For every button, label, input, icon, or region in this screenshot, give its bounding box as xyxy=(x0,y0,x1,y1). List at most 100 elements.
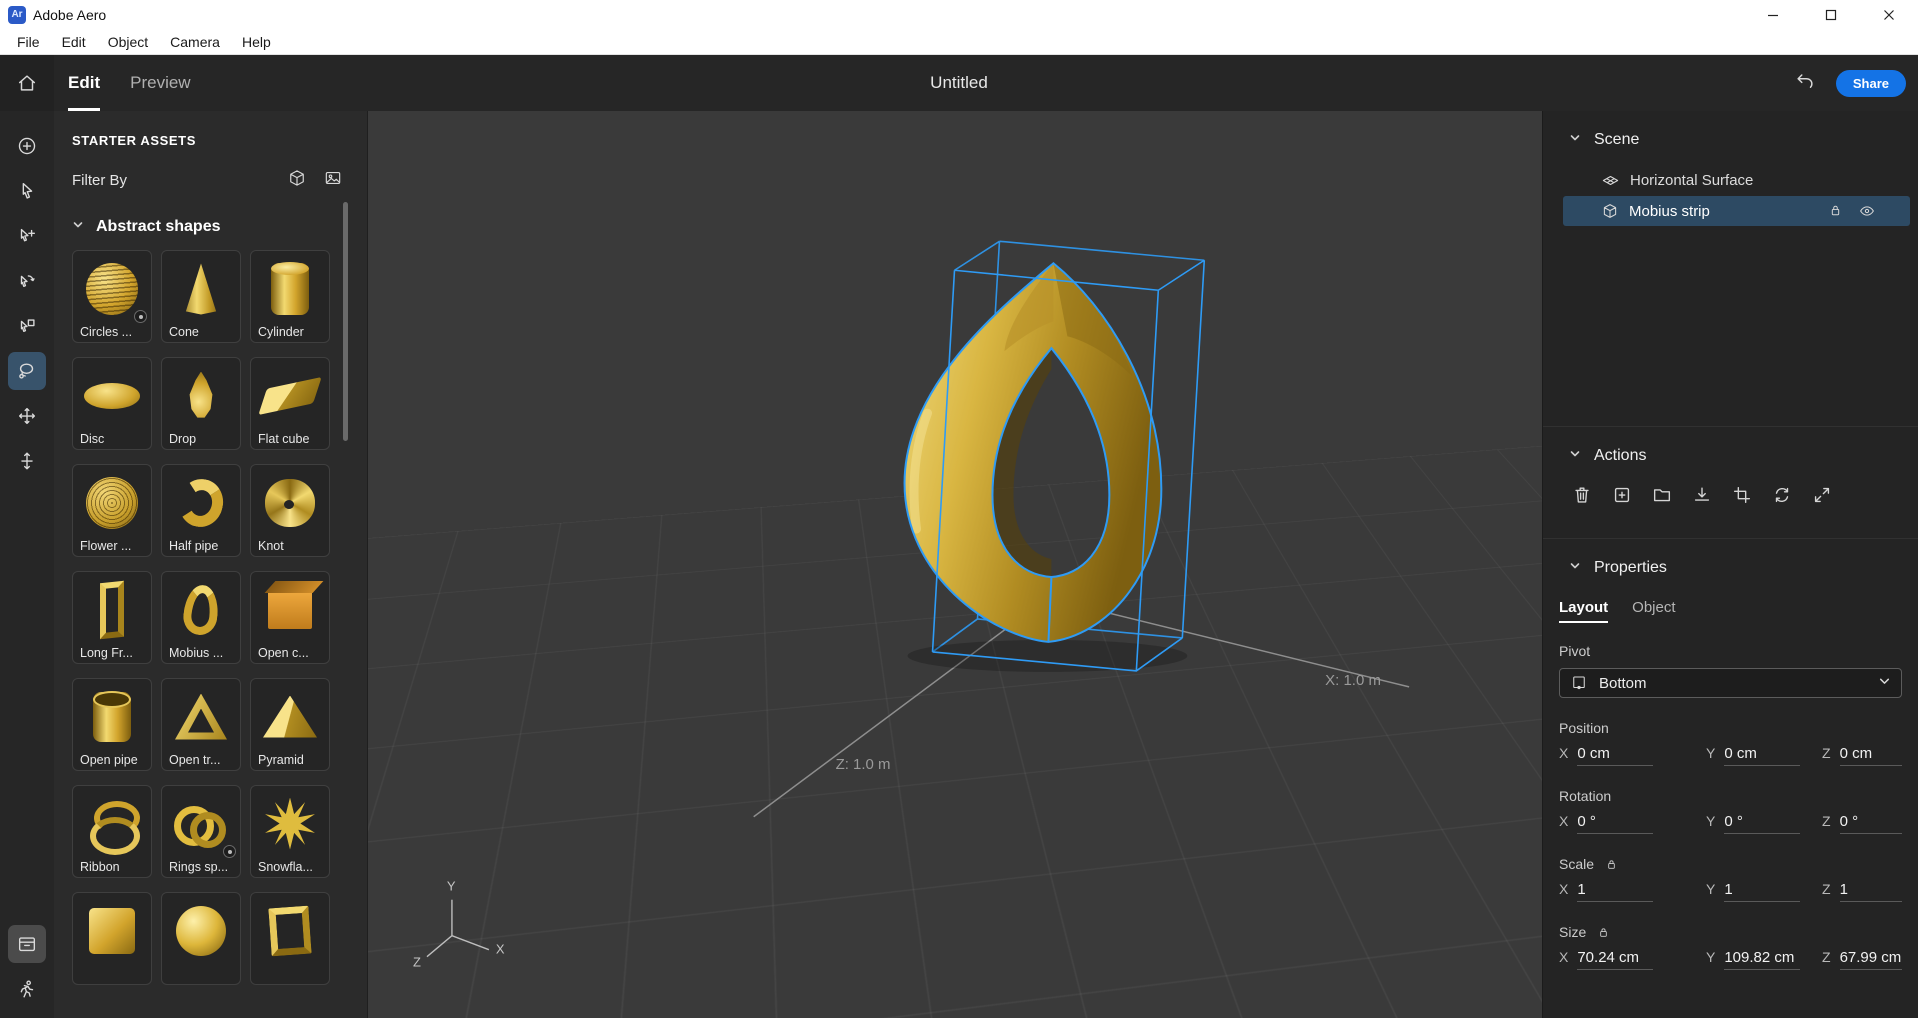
asset-tile-mobius[interactable]: Mobius ... xyxy=(161,571,241,664)
abstract-shapes-section-header[interactable]: Abstract shapes xyxy=(54,196,367,250)
scene-item-mobius-strip[interactable]: Mobius strip xyxy=(1563,196,1910,226)
pan-tool[interactable] xyxy=(8,397,46,435)
asset-tile-long-frame[interactable]: Long Fr... xyxy=(72,571,152,664)
app-icon: Ar xyxy=(8,6,26,24)
vertical-arrows-icon xyxy=(16,450,38,472)
minimize-button[interactable] xyxy=(1744,0,1802,29)
tab-edit-mode[interactable]: Edit xyxy=(68,55,100,111)
asset-tile-cone[interactable]: Cone xyxy=(161,250,241,343)
asset-tile-frame[interactable] xyxy=(250,892,330,985)
pivot-dropdown[interactable]: Bottom xyxy=(1559,668,1902,698)
asset-tile-pyramid[interactable]: Pyramid xyxy=(250,678,330,771)
select-tool[interactable] xyxy=(8,172,46,210)
undo-button[interactable] xyxy=(1794,70,1816,97)
rotation-label: Rotation xyxy=(1559,788,1611,804)
rotate-cursor-icon xyxy=(16,270,38,292)
asset-tile-open-pipe[interactable]: Open pipe xyxy=(72,678,152,771)
export-button[interactable] xyxy=(1690,483,1713,506)
move-tool[interactable] xyxy=(8,217,46,255)
replace-button[interactable] xyxy=(1770,483,1793,506)
behaviors-tool[interactable] xyxy=(8,970,46,1008)
rotation-y-field[interactable]: Y 0 ° xyxy=(1706,813,1822,834)
asset-tile-open-cube[interactable]: Open c... xyxy=(250,571,330,664)
tab-object[interactable]: Object xyxy=(1632,599,1675,623)
asset-tile-sphere[interactable] xyxy=(161,892,241,985)
menu-file[interactable]: File xyxy=(6,34,51,50)
elevation-tool[interactable] xyxy=(8,442,46,480)
visibility-eye-icon[interactable] xyxy=(1858,202,1876,220)
lock-icon[interactable] xyxy=(1827,202,1844,219)
cube-icon xyxy=(287,168,307,188)
size-x-field[interactable]: X 70.24 cm xyxy=(1559,949,1706,970)
asset-tile-half-pipe[interactable]: Half pipe xyxy=(161,464,241,557)
rotation-x-field[interactable]: X 0 ° xyxy=(1559,813,1706,834)
minimize-icon xyxy=(1767,9,1779,21)
folder-icon xyxy=(1651,484,1673,506)
asset-tile-cylinder[interactable]: Cylinder xyxy=(250,250,330,343)
asset-thumbnail xyxy=(77,683,147,750)
position-z-field[interactable]: Z 0 cm xyxy=(1822,745,1918,766)
position-x-field[interactable]: X 0 cm xyxy=(1559,745,1706,766)
asset-tile-circles[interactable]: Circles ... xyxy=(72,250,152,343)
asset-tile-rings[interactable]: Rings sp... xyxy=(161,785,241,878)
mobius-strip-object[interactable] xyxy=(905,263,1162,642)
asset-tile-open-triangle[interactable]: Open tr... xyxy=(161,678,241,771)
chevron-down-icon xyxy=(1569,447,1581,465)
home-button[interactable] xyxy=(0,55,54,111)
position-group: Position X 0 cm Y 0 cm Z 0 cm xyxy=(1543,698,1918,766)
scale-label: Scale xyxy=(1559,856,1594,872)
asset-tile-drop[interactable]: Drop xyxy=(161,357,241,450)
scale-y-field[interactable]: Y 1 xyxy=(1706,881,1822,902)
asset-tile-ribbon[interactable]: Ribbon xyxy=(72,785,152,878)
scale-x-field[interactable]: X 1 xyxy=(1559,881,1706,902)
asset-tile-flower[interactable]: Flower ... xyxy=(72,464,152,557)
menu-camera[interactable]: Camera xyxy=(159,34,231,50)
frame-button[interactable] xyxy=(1730,483,1753,506)
lock-icon[interactable] xyxy=(1596,925,1611,940)
assets-scrollbar[interactable] xyxy=(343,202,348,441)
scene-section-header[interactable]: Scene xyxy=(1543,111,1918,155)
asset-thumbnail xyxy=(255,790,325,857)
add-asset-button[interactable] xyxy=(8,127,46,165)
tab-preview-mode[interactable]: Preview xyxy=(130,55,190,111)
properties-section-header[interactable]: Properties xyxy=(1543,539,1918,583)
asset-tile-disc[interactable]: Disc xyxy=(72,357,152,450)
scene-item-horizontal-surface[interactable]: Horizontal Surface xyxy=(1563,165,1910,195)
maximize-button[interactable] xyxy=(1802,0,1860,29)
filter-image-button[interactable] xyxy=(323,168,343,192)
menu-help[interactable]: Help xyxy=(231,34,282,50)
asset-tile-snowflake[interactable]: Snowfla... xyxy=(250,785,330,878)
expand-button[interactable] xyxy=(1810,483,1833,506)
duplicate-button[interactable] xyxy=(1610,483,1633,506)
menu-object[interactable]: Object xyxy=(97,34,159,50)
lock-icon[interactable] xyxy=(1604,857,1619,872)
asset-label: Cone xyxy=(169,325,199,339)
scale-z-field[interactable]: Z 1 xyxy=(1822,881,1918,902)
maximize-icon xyxy=(1825,9,1837,21)
size-y-field[interactable]: Y 109.82 cm xyxy=(1706,949,1822,970)
menu-edit[interactable]: Edit xyxy=(51,34,97,50)
asset-thumbnail xyxy=(77,790,147,857)
lasso-select-tool[interactable] xyxy=(8,352,46,390)
rotate-tool[interactable] xyxy=(8,262,46,300)
actions-section-header[interactable]: Actions xyxy=(1543,427,1918,471)
asset-drawer-icon xyxy=(16,933,38,955)
asset-label: Disc xyxy=(80,432,104,446)
filter-3d-button[interactable] xyxy=(287,168,307,192)
scale-tool[interactable] xyxy=(8,307,46,345)
rotation-z-field[interactable]: Z 0 ° xyxy=(1822,813,1918,834)
scene-section: Scene Horizontal Surface Mobius strip xyxy=(1543,111,1918,427)
group-folder-button[interactable] xyxy=(1650,483,1673,506)
assets-panel-toggle[interactable] xyxy=(8,925,46,963)
close-icon xyxy=(1883,9,1895,21)
share-button[interactable]: Share xyxy=(1836,70,1906,97)
tab-layout[interactable]: Layout xyxy=(1559,599,1608,623)
asset-tile-cube[interactable] xyxy=(72,892,152,985)
delete-button[interactable] xyxy=(1570,483,1593,506)
window-controls xyxy=(1744,0,1918,29)
viewport-canvas[interactable]: X: 1.0 m Z: 1.0 m xyxy=(368,111,1542,1018)
asset-tile-knot[interactable]: Knot xyxy=(250,464,330,557)
asset-tile-flat-cube[interactable]: Flat cube xyxy=(250,357,330,450)
position-y-field[interactable]: Y 0 cm xyxy=(1706,745,1822,766)
close-button[interactable] xyxy=(1860,0,1918,29)
